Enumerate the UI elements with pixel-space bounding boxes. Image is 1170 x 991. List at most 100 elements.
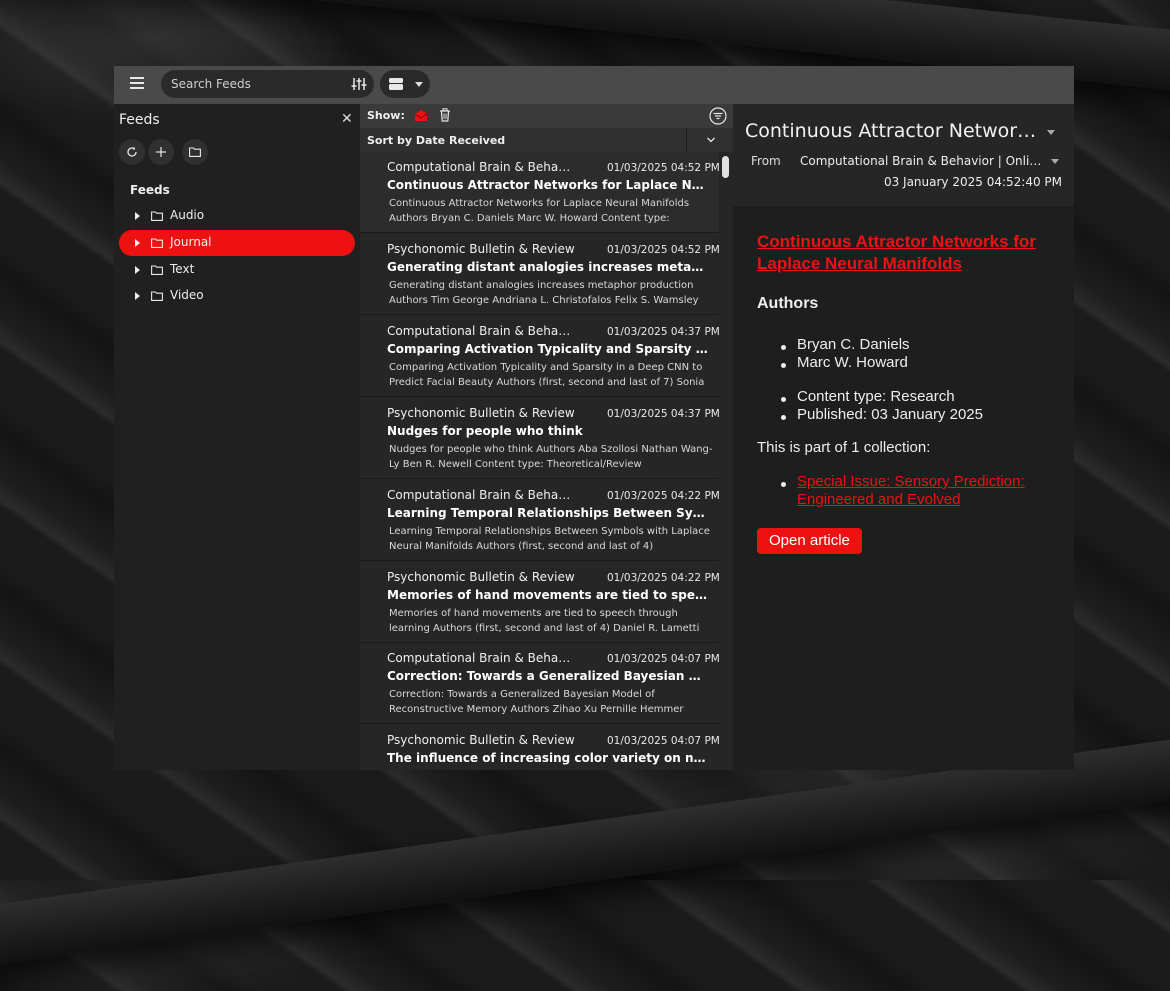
item-date: 01/03/2025 04:52 PM — [607, 244, 719, 256]
filter-icon[interactable] — [709, 107, 727, 125]
article-title-link[interactable]: Continuous Attractor Networks for Laplac… — [757, 231, 1057, 275]
show-filter-bar: Show: — [360, 104, 733, 128]
divider — [686, 128, 687, 152]
item-date: 01/03/2025 04:22 PM — [607, 572, 719, 584]
item-title: Generating distant analogies increases m… — [387, 260, 711, 274]
folder-label: Video — [170, 288, 204, 302]
item-snippet: Generating distant analogies increases m… — [389, 280, 699, 306]
folder-icon — [151, 238, 163, 248]
folder-label: Text — [170, 262, 195, 276]
bullet-icon — [781, 415, 786, 420]
item-title: Learning Temporal Relationships Between … — [387, 506, 711, 520]
item-source: Psychonomic Bulletin & Review — [387, 733, 575, 747]
folder-icon — [151, 265, 163, 275]
item-date: 01/03/2025 04:37 PM — [607, 326, 719, 338]
bullet-icon — [781, 397, 786, 402]
folder-label: Journal — [170, 235, 212, 249]
item-snippet: Learning Temporal Relationships Between … — [389, 526, 710, 552]
view-mode-button[interactable] — [380, 70, 430, 98]
refresh-button[interactable] — [119, 139, 145, 165]
show-label: Show: — [367, 109, 405, 122]
open-article-button[interactable]: Open article — [757, 528, 862, 554]
folder-item-video[interactable]: Video — [119, 283, 355, 309]
plus-icon — [156, 147, 166, 157]
folder-item-journal[interactable]: Journal — [119, 230, 355, 256]
search-input[interactable] — [161, 70, 374, 98]
folder-icon — [189, 147, 201, 157]
item-snippet: Nudges for people who think Authors Aba … — [389, 444, 713, 470]
expand-arrow-icon[interactable] — [135, 212, 140, 220]
trash-icon[interactable] — [439, 108, 451, 122]
item-source: Psychonomic Bulletin & Review — [387, 406, 575, 420]
list-item[interactable]: Psychonomic Bulletin & Review 01/03/2025… — [360, 725, 719, 770]
reader-title: Continuous Attractor Networks for Laplac… — [745, 120, 1045, 142]
expand-arrow-icon[interactable] — [135, 266, 140, 274]
collection-link[interactable]: Special Issue: Sensory Prediction: Engin… — [797, 473, 1057, 509]
item-source: Psychonomic Bulletin & Review — [387, 570, 575, 584]
article-body: Continuous Attractor Networks for Laplac… — [733, 206, 1074, 770]
scrollbar-thumb[interactable] — [722, 156, 729, 178]
chevron-down-icon[interactable] — [1047, 130, 1055, 135]
list-item[interactable]: Computational Brain & Behavior | Online … — [360, 480, 719, 561]
author-name: Bryan C. Daniels — [797, 336, 910, 353]
content-type: Content type: Research — [797, 388, 955, 405]
view-mode-icon — [389, 78, 403, 90]
item-source: Computational Brain & Behavior | Online … — [387, 651, 577, 665]
bullet-icon — [781, 482, 786, 487]
item-source: Computational Brain & Behavior | Online … — [387, 488, 577, 502]
item-date: 01/03/2025 04:52 PM — [607, 162, 719, 174]
refresh-icon — [127, 146, 137, 157]
from-label: From — [751, 154, 781, 168]
list-scrollbar[interactable] — [719, 152, 733, 770]
list-item[interactable]: Computational Brain & Behavior | Online … — [360, 643, 719, 724]
list-item[interactable]: Computational Brain & Behavior | Online … — [360, 152, 719, 233]
top-bar — [114, 66, 1074, 104]
chevron-down-icon[interactable] — [1051, 159, 1059, 164]
published-date: Published: 03 January 2025 — [797, 406, 983, 423]
menu-icon[interactable] — [130, 77, 148, 93]
article-list: Computational Brain & Behavior | Online … — [360, 152, 719, 770]
item-snippet: Continuous Attractor Networks for Laplac… — [389, 198, 690, 224]
author-name: Marc W. Howard — [797, 354, 908, 371]
list-item[interactable]: Computational Brain & Behavior | Online … — [360, 316, 719, 397]
item-snippet: Correction: Towards a Generalized Bayesi… — [389, 689, 684, 715]
bullet-icon — [781, 363, 786, 368]
item-title: Memories of hand movements are tied to s… — [387, 588, 711, 602]
reader-header: Continuous Attractor Networks for Laplac… — [733, 104, 1074, 206]
list-item[interactable]: Psychonomic Bulletin & Review 01/03/2025… — [360, 562, 719, 643]
add-feed-button[interactable] — [148, 139, 174, 165]
unread-filter-icon[interactable] — [414, 108, 428, 122]
list-item[interactable]: Psychonomic Bulletin & Review 01/03/2025… — [360, 234, 719, 315]
item-title: The influence of increasing color variet… — [387, 751, 711, 765]
folder-item-audio[interactable]: Audio — [119, 203, 355, 229]
reader-date: 03 January 2025 04:52:40 PM — [883, 175, 1062, 189]
item-snippet: Comparing Activation Typicality and Spar… — [389, 362, 705, 388]
from-value: Computational Brain & Behavior | Online … — [800, 154, 1043, 168]
add-folder-button[interactable] — [182, 139, 208, 165]
list-item[interactable]: Psychonomic Bulletin & Review 01/03/2025… — [360, 398, 719, 479]
item-title: Continuous Attractor Networks for Laplac… — [387, 178, 711, 192]
item-title: Comparing Activation Typicality and Spar… — [387, 342, 711, 356]
item-source: Computational Brain & Behavior | Online … — [387, 324, 577, 338]
feeds-sidebar: Feeds ✕ Feeds Audio Journal Text Video — [114, 104, 360, 770]
sort-bar[interactable]: Sort by Date Received — [360, 128, 733, 153]
expand-arrow-icon[interactable] — [135, 292, 140, 300]
feed-reader-window: Feeds ✕ Feeds Audio — [114, 66, 1074, 770]
folder-label: Audio — [170, 208, 205, 222]
chevron-down-icon — [415, 82, 423, 87]
item-date: 01/03/2025 04:07 PM — [607, 653, 719, 665]
close-icon[interactable]: ✕ — [341, 111, 353, 127]
expand-arrow-icon[interactable] — [135, 239, 140, 247]
collection-text: This is part of 1 collection: — [757, 439, 931, 456]
item-snippet: Memories of hand movements are tied to s… — [389, 608, 700, 634]
sort-label[interactable]: Sort by Date Received — [367, 134, 505, 147]
filter-sliders-icon[interactable] — [351, 77, 367, 91]
folder-icon — [151, 211, 163, 221]
item-snippet — [389, 769, 713, 770]
item-title: Nudges for people who think — [387, 424, 583, 438]
sidebar-title: Feeds — [119, 112, 160, 128]
folder-item-text[interactable]: Text — [119, 257, 355, 283]
bullet-icon — [781, 345, 786, 350]
item-date: 01/03/2025 04:37 PM — [607, 408, 719, 420]
chevron-down-icon[interactable] — [706, 135, 716, 145]
